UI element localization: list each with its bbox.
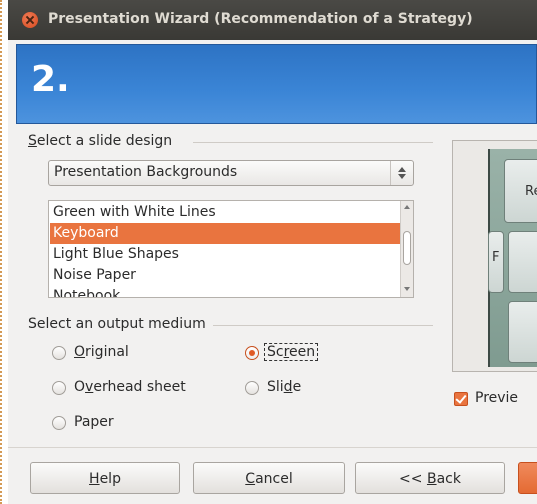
window-title: Presentation Wizard (Recommendation of a… bbox=[48, 11, 473, 27]
preview-key-text: Re bbox=[525, 184, 537, 199]
selection-edge bbox=[0, 0, 6, 504]
list-item[interactable]: Green with White Lines bbox=[50, 202, 404, 223]
next-button[interactable] bbox=[518, 462, 537, 494]
radio-button[interactable] bbox=[52, 416, 66, 430]
radio-label: Overhead sheet bbox=[74, 379, 186, 395]
radio-button[interactable] bbox=[52, 346, 66, 360]
slide-design-group-label: Select a slide design bbox=[28, 133, 173, 149]
radio-label: Paper bbox=[74, 414, 114, 430]
scroll-up-icon[interactable] bbox=[404, 205, 410, 209]
keyboard-key: Re bbox=[504, 159, 537, 223]
back-button[interactable]: << Back bbox=[355, 462, 505, 494]
cancel-button[interactable]: Cancel bbox=[193, 462, 345, 494]
help-button[interactable]: Help bbox=[30, 462, 180, 494]
button-area-divider bbox=[8, 447, 537, 448]
radio-button-checked[interactable] bbox=[245, 346, 259, 360]
preview-image: Re F bbox=[488, 149, 537, 367]
keyboard-key bbox=[508, 231, 537, 293]
wizard-dialog: Presentation Wizard (Recommendation of a… bbox=[8, 0, 537, 504]
preview-panel: Re F bbox=[452, 140, 537, 372]
list-scrollbar[interactable] bbox=[400, 201, 413, 297]
scroll-down-icon[interactable] bbox=[404, 287, 410, 291]
slide-category-select[interactable]: Presentation Backgrounds bbox=[48, 160, 414, 186]
scroll-thumb[interactable] bbox=[403, 231, 411, 265]
list-item[interactable]: Keyboard bbox=[50, 223, 404, 244]
list-item[interactable]: Light Blue Shapes bbox=[50, 244, 404, 265]
list-item[interactable]: Notebook bbox=[50, 286, 404, 297]
radio-label: Screen bbox=[264, 343, 319, 361]
keyboard-key bbox=[508, 301, 537, 363]
step-banner: 2. bbox=[16, 44, 537, 124]
title-bar[interactable]: Presentation Wizard (Recommendation of a… bbox=[8, 0, 537, 40]
close-icon[interactable] bbox=[22, 12, 38, 28]
spin-arrows-icon[interactable] bbox=[390, 161, 413, 185]
keyboard-key: F bbox=[488, 231, 504, 293]
preview-checkbox-label[interactable]: Previe bbox=[475, 390, 518, 406]
step-number: 2. bbox=[31, 59, 70, 100]
output-medium-group-label: Select an output medium bbox=[28, 316, 206, 332]
slide-design-list[interactable]: Green with White Lines Keyboard Light Bl… bbox=[48, 200, 414, 298]
radio-label: Slide bbox=[267, 379, 302, 395]
preview-key-text: F bbox=[492, 250, 500, 265]
radio-label: Original bbox=[74, 344, 129, 360]
radio-button[interactable] bbox=[245, 381, 259, 395]
preview-checkbox[interactable] bbox=[454, 392, 468, 406]
group-divider bbox=[213, 325, 433, 326]
radio-button[interactable] bbox=[52, 381, 66, 395]
list-item[interactable]: Noise Paper bbox=[50, 265, 404, 286]
slide-category-value: Presentation Backgrounds bbox=[54, 164, 238, 180]
group-divider bbox=[193, 142, 433, 143]
